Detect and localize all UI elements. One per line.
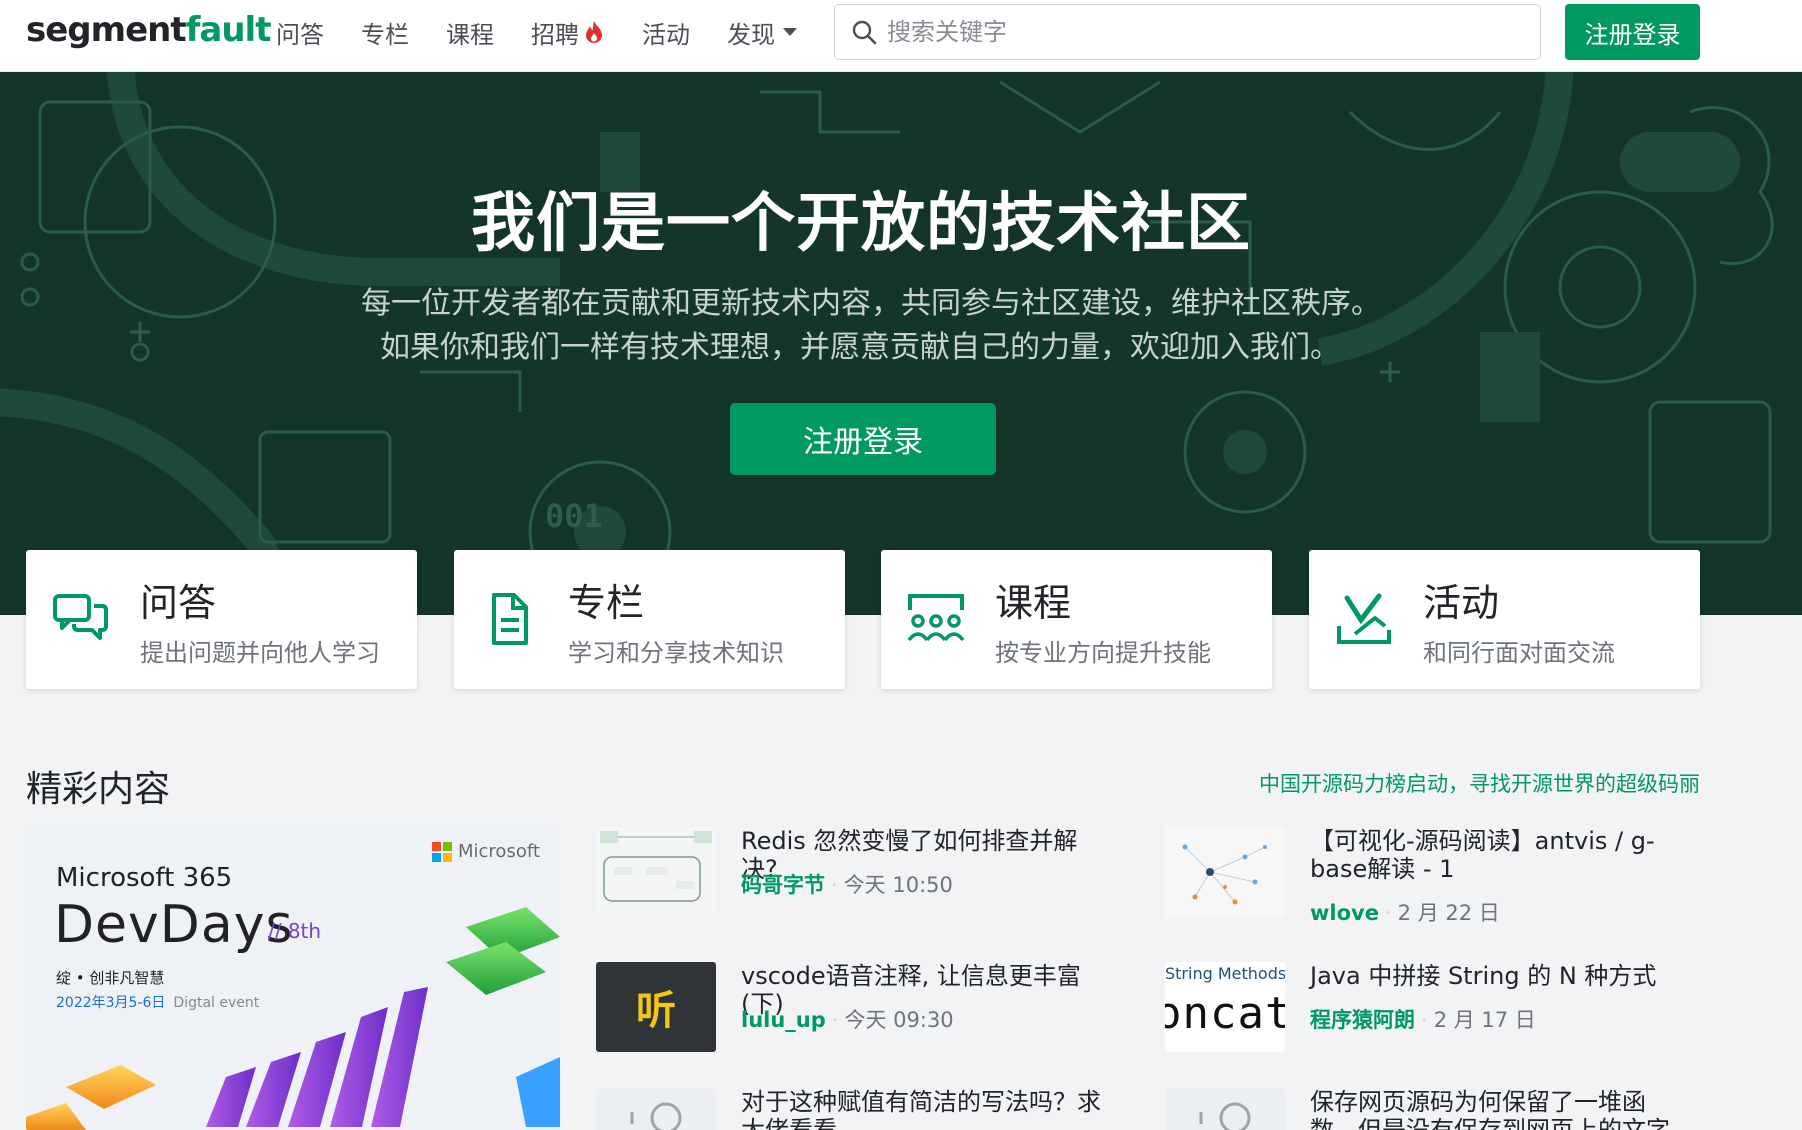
promo-banner-devdays[interactable]: Microsoft Microsoft 365 DevDays // 8th 绽… [26, 827, 560, 1130]
nav-item-column[interactable]: 专栏 [361, 15, 409, 50]
event-icon [1337, 593, 1391, 644]
feature-card-title: 问答 [140, 581, 217, 625]
feature-card-desc: 和同行面对面交流 [1423, 639, 1615, 667]
feature-card-qa[interactable]: 问答 提出问题并向他人学习 [26, 550, 417, 689]
classroom-icon [907, 594, 965, 642]
hero-decor-text: 001 [545, 497, 603, 535]
nav-item-label: 问答 [276, 20, 324, 49]
promo-date: 2022年3月5-6日 Digtal event [56, 992, 259, 1012]
feature-card-title: 专栏 [568, 581, 645, 625]
open-source-ranking-link[interactable]: 中国开源码力榜启动，寻找开源世界的超级码丽 [1259, 768, 1700, 798]
article-item: 【可视化-源码阅读】antvis / g-base解读 - 1 wlove · 2 … [1165, 827, 1685, 925]
string-thumb-big: oncat [1165, 988, 1285, 1039]
article-time: 今天 09:30 [844, 1008, 954, 1032]
hero-subtitle-line1: 每一位开发者都在贡献和更新技术内容，共同参与社区建设，维护社区秩序。 [361, 286, 1381, 321]
nav-menu: 问答 专栏 课程 招聘 活动 发现 [276, 0, 834, 64]
promo-tagline: 绽 • 创非凡智慧 [56, 969, 165, 987]
promo-product: Microsoft 365 [56, 863, 233, 893]
article-author[interactable]: wlove [1310, 901, 1379, 925]
article-author[interactable]: 码哥字节 [741, 873, 825, 897]
string-thumb-caption: String Methods [1165, 964, 1285, 983]
feature-card-desc: 提出问题并向他人学习 [140, 639, 380, 667]
article-thumbnail[interactable] [1165, 827, 1285, 917]
article-thumbnail[interactable]: String Methods oncat [1165, 962, 1285, 1052]
search-box[interactable] [834, 4, 1541, 60]
article-thumbnail[interactable]: 听 [596, 962, 716, 1052]
featured-section-title: 精彩内容 [26, 769, 171, 810]
nav-item-course[interactable]: 课程 [446, 15, 494, 50]
article-meta: 码哥字节 · 今天 10:50 [741, 869, 953, 899]
fire-icon [586, 21, 602, 43]
nav-item-discover[interactable]: 发现 [727, 15, 797, 50]
hero-title: 我们是一个开放的技术社区 [471, 187, 1251, 261]
article-thumbnail[interactable] [1165, 1088, 1285, 1130]
nav-item-events[interactable]: 活动 [642, 15, 690, 50]
meta-separator: · [1421, 1008, 1428, 1032]
feature-card-desc: 学习和分享技术知识 [568, 639, 784, 667]
promo-event-name: DevDays [54, 895, 294, 955]
article-title[interactable]: 【可视化-源码阅读】antvis / g-base解读 - 1 [1310, 827, 1680, 883]
article-item: 保存网页源码为何保留了一堆函数，但是没有保存到网页上的文字呢？ [1165, 1088, 1685, 1130]
listen-thumb-text: 听 [636, 988, 676, 1034]
meta-separator: · [831, 873, 838, 897]
nav-item-label: 活动 [642, 20, 690, 49]
register-login-button[interactable]: 注册登录 [1565, 4, 1700, 60]
nav-item-qa[interactable]: 问答 [276, 15, 324, 50]
article-item: 听 vscode语音注释, 让信息更丰富(下) lulu_up · 今天 09:30 [596, 962, 1116, 1058]
article-item: 对于这种赋值有简洁的写法吗？求大佬看看 [596, 1088, 1116, 1130]
page: segmentfault 问答 专栏 课程 招聘 活动 发现 注册登录 [0, 0, 1802, 1130]
document-icon [492, 593, 528, 645]
search-icon [852, 20, 877, 45]
chevron-down-icon [783, 28, 797, 36]
meta-separator: · [831, 1008, 839, 1032]
chat-bubbles-icon [53, 594, 108, 640]
article-title[interactable]: 对于这种赋值有简洁的写法吗？求大佬看看 [741, 1088, 1111, 1130]
hero-banner: 001 我们是一个开放的技术社区 每一位开发者都在贡献和更新技术内容，共同参与社… [0, 72, 1802, 615]
nav-item-label: 课程 [446, 20, 494, 49]
article-meta: wlove · 2 月 22 日 [1310, 897, 1500, 927]
hero-subtitle-line2: 如果你和我们一样有技术理想，并愿意贡献自己的力量，欢迎加入我们。 [380, 330, 1340, 365]
article-thumbnail[interactable] [596, 1088, 716, 1130]
meta-separator: · [1384, 901, 1392, 925]
feature-card-column[interactable]: 专栏 学习和分享技术知识 [454, 550, 845, 689]
article-title[interactable]: 保存网页源码为何保留了一堆函数，但是没有保存到网页上的文字呢？ [1310, 1088, 1680, 1130]
article-time: 今天 10:50 [843, 873, 953, 897]
feature-card-events[interactable]: 活动 和同行面对面交流 [1309, 550, 1700, 689]
feature-card-course[interactable]: 课程 按专业方向提升技能 [881, 550, 1272, 689]
nav-item-label: 专栏 [361, 20, 409, 49]
search-input[interactable] [887, 18, 1527, 46]
article-time: 2 月 22 日 [1397, 901, 1500, 925]
default-thumb-icon [630, 1102, 682, 1130]
feature-card-title: 课程 [995, 581, 1072, 625]
top-navbar: segmentfault 问答 专栏 课程 招聘 活动 发现 注册登录 [0, 0, 1802, 72]
diagram-thumb-icon [596, 827, 716, 917]
promo-date-text: 2022年3月5-6日 [56, 995, 166, 1011]
article-item: String Methods oncat Java 中拼接 String 的 N… [1165, 962, 1685, 1058]
article-author[interactable]: 程序猿阿朗 [1310, 1008, 1415, 1032]
article-time: 2 月 17 日 [1433, 1008, 1536, 1032]
microsoft-logo-icon [432, 841, 452, 862]
nav-item-label: 发现 [727, 20, 775, 49]
article-meta: 程序猿阿朗 · 2 月 17 日 [1310, 1004, 1536, 1034]
graph-thumb-icon [1165, 827, 1285, 917]
hero-register-login-button[interactable]: 注册登录 [730, 403, 996, 475]
default-thumb-icon [1199, 1102, 1251, 1130]
promo-edition: // 8th [268, 919, 322, 943]
article-meta: lulu_up · 今天 09:30 [741, 1004, 954, 1034]
promo-date-note: Digtal event [173, 995, 260, 1011]
microsoft-logo: Microsoft [432, 841, 540, 862]
article-title[interactable]: Java 中拼接 String 的 N 种方式 [1310, 962, 1680, 990]
promo-brand: Microsoft [458, 841, 540, 862]
site-logo[interactable]: segmentfault [26, 10, 272, 50]
nav-item-jobs[interactable]: 招聘 [531, 15, 605, 50]
logo-text-segment: segment [26, 10, 187, 50]
article-author[interactable]: lulu_up [741, 1008, 826, 1032]
feature-card-desc: 按专业方向提升技能 [995, 639, 1211, 667]
nav-item-label: 招聘 [531, 20, 579, 49]
article-item: Redis 忽然变慢了如何排查并解决? 码哥字节 · 今天 10:50 [596, 827, 1116, 923]
logo-text-fault: fault [185, 10, 272, 50]
feature-card-title: 活动 [1423, 581, 1500, 625]
article-thumbnail[interactable] [596, 827, 716, 917]
